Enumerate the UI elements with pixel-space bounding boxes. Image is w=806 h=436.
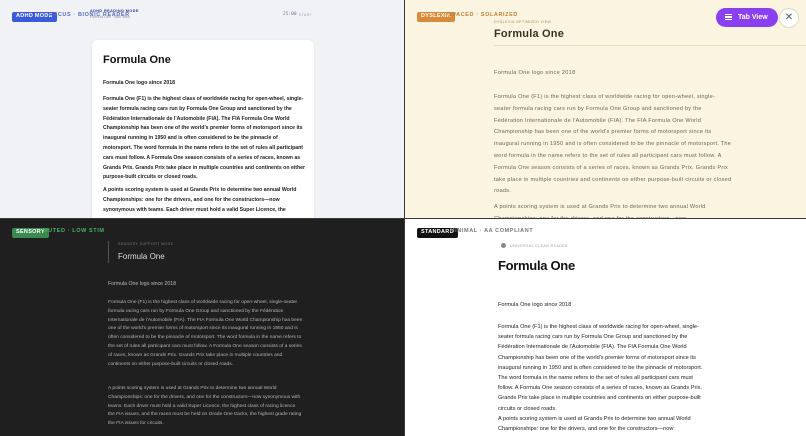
standard-mode-tag: MINIMAL · AA COMPLIANT	[450, 228, 534, 234]
article-title: Formula One	[494, 28, 565, 40]
image-caption: Formula One logo since 2018	[108, 281, 177, 287]
article-paragraph: Formula One (F1) is the highest class of…	[103, 96, 306, 181]
accent-rule	[108, 241, 109, 263]
tab-view-button[interactable]: Tab View	[716, 8, 778, 27]
adhd-mode-panel: ADHD MODE FOCUS · BIONIC READER ADHD REA…	[0, 0, 404, 218]
article-title: Formula One	[118, 252, 165, 261]
title-divider	[494, 45, 806, 46]
article-paragraph: Formula One (F1) is the highest class of…	[498, 324, 703, 412]
list-icon	[725, 14, 732, 20]
article-title: Formula One	[498, 258, 575, 273]
reader-icon	[501, 243, 506, 248]
adhd-subline: Formula One · Wiki View	[90, 15, 130, 19]
focus-timer: 25:00	[283, 12, 297, 17]
image-caption: Formula One logo since 2018	[498, 302, 572, 308]
sensory-subhead: SENSORY SUPPORT MODE	[118, 242, 174, 246]
close-button[interactable]: ✕	[779, 8, 799, 28]
article-paragraph: Formula One (F1) is the highest class of…	[494, 94, 732, 195]
sensory-mode-panel: SENSORY MUTED · LOW STIM SENSORY SUPPORT…	[0, 219, 404, 436]
reader-mode-grid: ADHD MODE FOCUS · BIONIC READER ADHD REA…	[0, 0, 806, 436]
article-paragraph: A points scoring system is used at Grand…	[498, 416, 691, 433]
dyslexia-mode-panel: DYSLEXIA SPACED · SOLARIZED DYSLEXIA OPT…	[405, 0, 806, 218]
adhd-subhead: ADHD READING MODE	[90, 9, 139, 13]
standard-mode-panel: STANDARD MINIMAL · AA COMPLIANT UNIVERSA…	[405, 219, 806, 436]
image-caption: Formula One logo since 2018	[103, 80, 176, 86]
article-paragraph: A points scoring system is used at Grand…	[494, 204, 706, 218]
horizontal-divider	[0, 218, 806, 219]
tab-view-label: Tab View	[738, 14, 768, 21]
image-caption: Formula One logo since 2018	[494, 70, 576, 76]
close-icon: ✕	[784, 12, 794, 23]
article-paragraph: A points scoring system is used at Grand…	[103, 187, 297, 213]
dyslexia-subhead: DYSLEXIA OPTIMIZED VIEW	[494, 20, 552, 24]
article-paragraph: Formula One (F1) is the highest class of…	[108, 300, 303, 367]
article-paragraph: A points scoring system is used at Grand…	[108, 386, 302, 427]
timer-start-button[interactable]: START	[299, 13, 312, 17]
dyslexia-mode-tag: SPACED · SOLARIZED	[448, 12, 518, 18]
standard-subhead: UNIVERSAL CLEAN READER	[510, 244, 568, 248]
sensory-mode-tag: MUTED · LOW STIM	[43, 228, 105, 234]
article-title: Formula One	[103, 54, 171, 66]
